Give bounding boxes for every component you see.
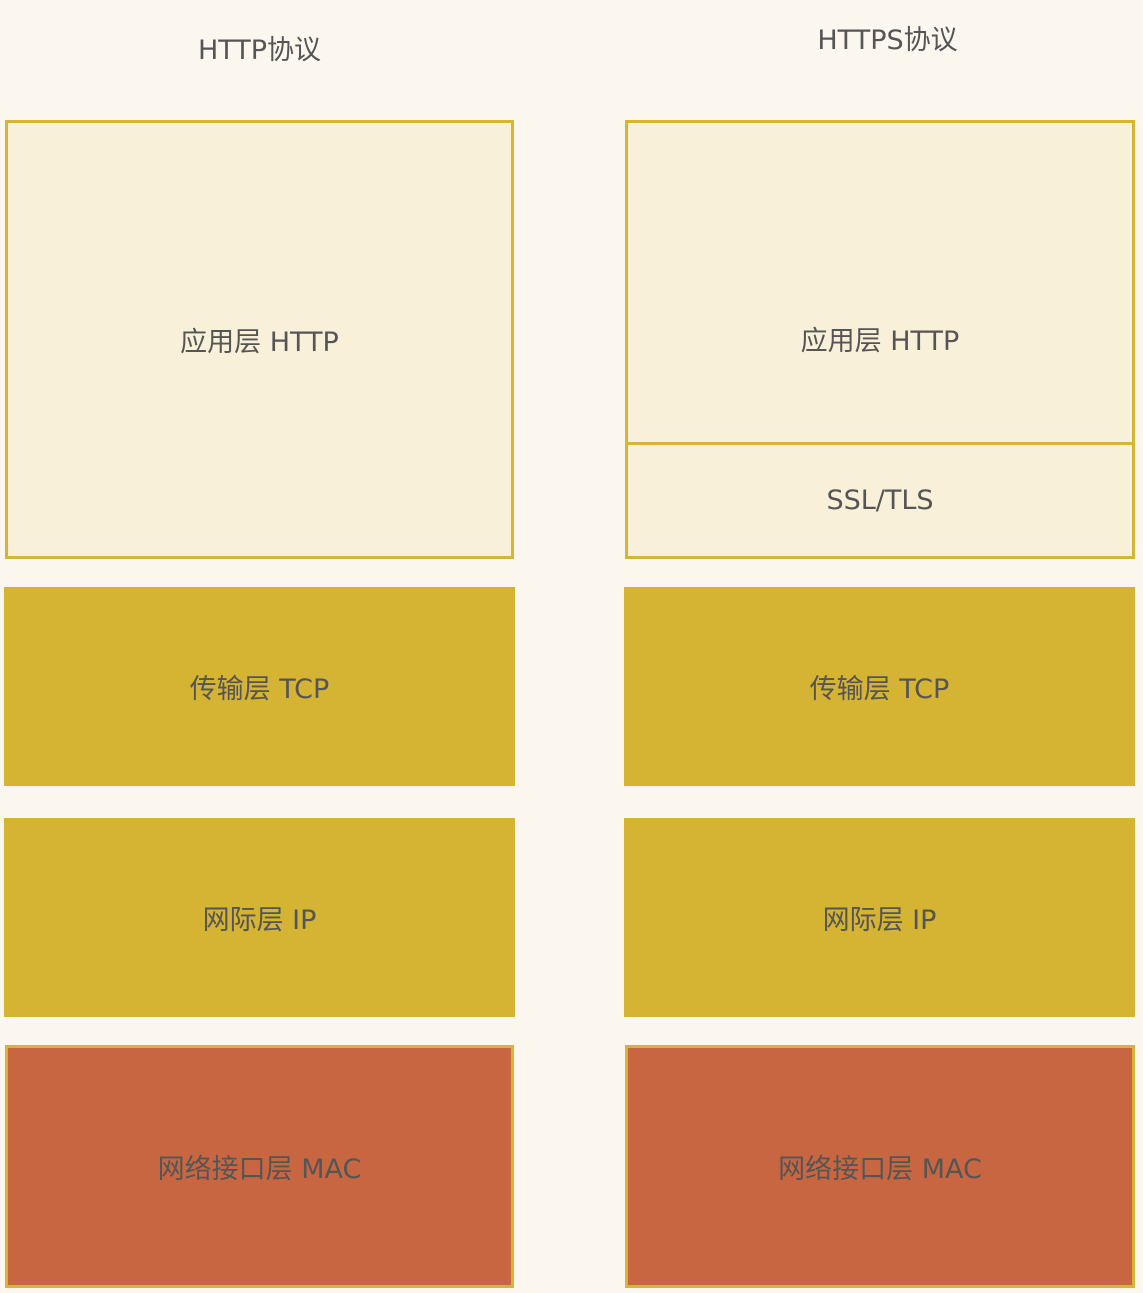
- http-internet-layer: 网际层 IP: [4, 818, 515, 1017]
- https-ssl-tls-layer: SSL/TLS: [625, 442, 1135, 559]
- https-ssl-tls-layer-label: SSL/TLS: [826, 485, 934, 516]
- https-transport-layer-label: 传输层 TCP: [809, 674, 950, 705]
- https-network-interface-layer: 网络接口层 MAC: [625, 1045, 1135, 1288]
- https-application-layer: 应用层 HTTP: [625, 120, 1135, 445]
- http-transport-layer-label: 传输层 TCP: [189, 674, 330, 705]
- https-column-title: HTTPS协议: [817, 25, 958, 56]
- https-transport-layer: 传输层 TCP: [624, 587, 1135, 786]
- http-application-layer-label: 应用层 HTTP: [180, 327, 339, 358]
- http-column-title: HTTP协议: [197, 35, 322, 66]
- https-network-interface-layer-label: 网络接口层 MAC: [778, 1154, 982, 1185]
- https-internet-layer-label: 网际层 IP: [822, 905, 937, 936]
- http-application-layer: 应用层 HTTP: [5, 120, 514, 559]
- http-network-interface-layer: 网络接口层 MAC: [5, 1045, 514, 1288]
- http-network-interface-layer-label: 网络接口层 MAC: [157, 1154, 362, 1185]
- https-application-layer-label: 应用层 HTTP: [800, 326, 960, 357]
- http-transport-layer: 传输层 TCP: [4, 587, 515, 786]
- https-internet-layer: 网际层 IP: [624, 818, 1135, 1017]
- protocol-stack-diagram: HTTP协议 应用层 HTTP 传输层 TCP 网际层 IP 网络接口层 MAC…: [0, 0, 1143, 1293]
- http-internet-layer-label: 网际层 IP: [202, 905, 317, 936]
